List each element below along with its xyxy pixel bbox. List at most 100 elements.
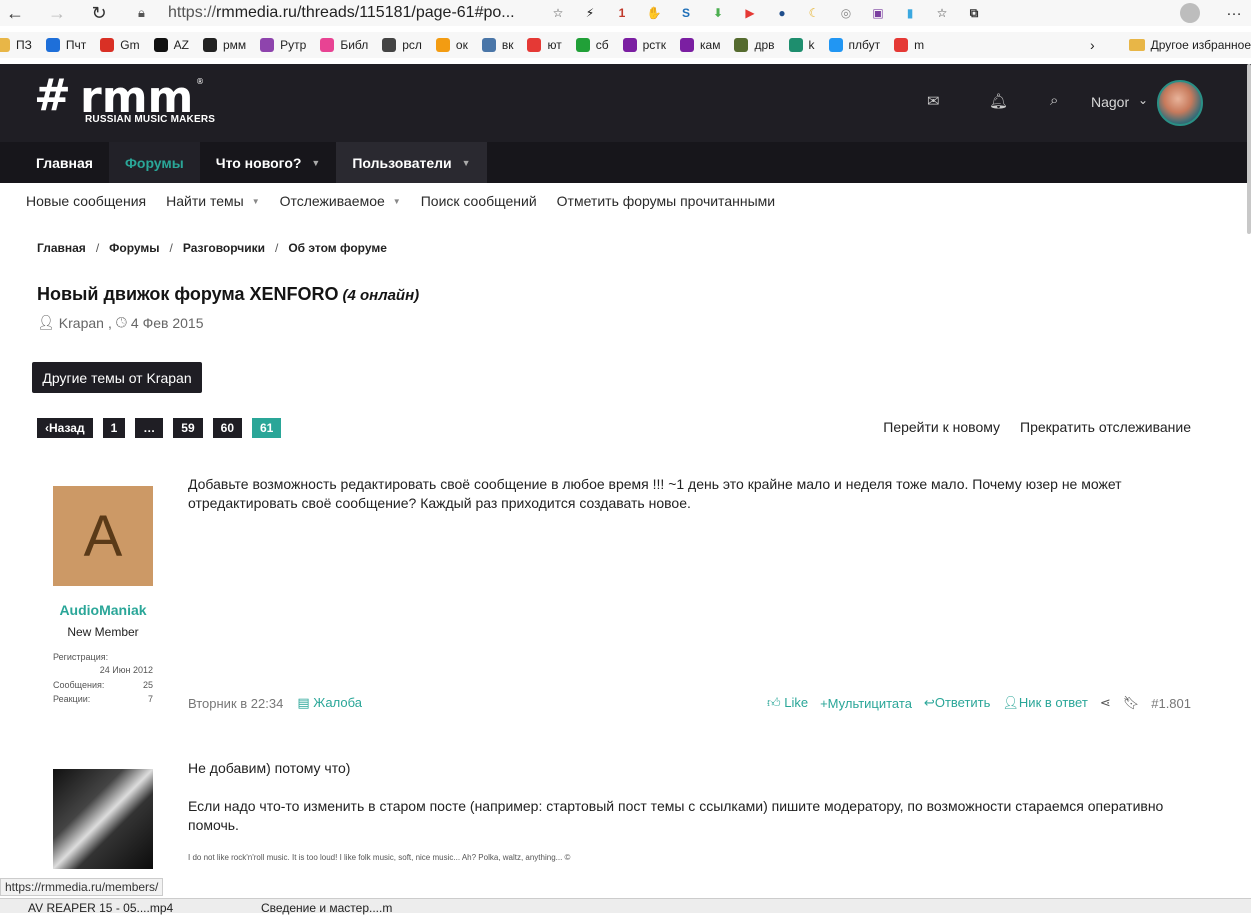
rmm-logo[interactable]: # rmm ® (32, 70, 210, 136)
chevron-down-icon[interactable]: ⌄ (1138, 93, 1148, 107)
bookmark-item[interactable]: ПЗ (0, 38, 32, 52)
globe-grey-icon[interactable]: ◎ (833, 2, 859, 24)
bolt-icon[interactable]: ⚡ (577, 2, 603, 24)
bookmark-item[interactable]: Пчт (45, 38, 86, 52)
unwatch-link[interactable]: Прекратить отслеживание (1020, 419, 1191, 435)
other-favorites-label: Другое избранное (1150, 38, 1251, 52)
moon-icon[interactable]: ☾ (801, 2, 827, 24)
bookmark-item[interactable]: дрв (734, 38, 775, 52)
post-number[interactable]: #1.801 (1151, 696, 1191, 711)
account-name[interactable]: Nagor (1091, 94, 1129, 110)
page-59-button[interactable]: 59 (173, 418, 203, 438)
breadcrumb-forums[interactable]: Форумы (109, 241, 159, 255)
tab-whats-new[interactable]: Что нового? ▼ (200, 142, 337, 183)
favorites-icon[interactable]: ☆ (929, 2, 955, 24)
multiquote-button[interactable]: +Мультицитата (820, 696, 912, 711)
bookmark-item[interactable]: рсл (382, 38, 422, 52)
bookmark-item[interactable]: кам (680, 38, 720, 52)
post-avatar-photo[interactable] (53, 769, 153, 869)
bookmark-item[interactable]: Библ (320, 38, 368, 52)
collections-icon[interactable]: ⧉ (961, 2, 987, 24)
caret-down-icon[interactable]: ▼ (393, 197, 401, 206)
subnav-mark-read[interactable]: Отметить форумы прочитанными (557, 193, 775, 209)
subnav-search-posts[interactable]: Поиск сообщений (421, 193, 537, 209)
bell-icon[interactable]: 🔔︎ (989, 92, 1008, 110)
scrollbar[interactable] (1247, 64, 1251, 234)
tab-forums[interactable]: Форумы (108, 142, 200, 183)
stat-value: 7 (147, 694, 153, 704)
page-61-button[interactable]: 61 (252, 418, 282, 438)
breadcrumb-chat[interactable]: Разговорчики (183, 241, 265, 255)
url-text: rmmedia.ru/threads/115181/page-61#po... (216, 4, 515, 21)
caret-down-icon[interactable]: ▼ (311, 158, 320, 168)
report-link[interactable]: ▤ Жалоба (297, 695, 362, 711)
account-avatar[interactable] (1157, 80, 1203, 126)
thread-date[interactable]: 4 Фев 2015 (131, 315, 204, 331)
caret-down-icon[interactable]: ▼ (252, 197, 260, 206)
other-favorites[interactable]: Другое избранное (1128, 32, 1251, 58)
reload-icon[interactable]: ↻ (84, 0, 114, 26)
post-time[interactable]: Вторник в 22:34 (188, 696, 283, 711)
bookmark-item[interactable]: AZ (153, 38, 189, 52)
tab-home[interactable]: Главная (20, 142, 109, 183)
reply-button[interactable]: ↩Ответить (924, 695, 990, 711)
more-icon[interactable]: … (1226, 0, 1242, 26)
thread-author[interactable]: Krapan (59, 315, 104, 331)
online-count: (4 онлайн) (342, 287, 420, 304)
nick-reply-button[interactable]: 👤︎Ник в ответ (1002, 695, 1087, 711)
page-60-button[interactable]: 60 (212, 418, 242, 438)
other-topics-button[interactable]: Другие темы от Krapan (32, 362, 202, 393)
bookmarks-overflow-icon[interactable]: › (1090, 32, 1095, 58)
bookmark-item[interactable]: рмм (202, 38, 247, 52)
bookmark-item[interactable]: Gm (100, 38, 140, 52)
address-bar[interactable]: 🔒︎ https://rmmedia.ru/threads/115181/pag… (138, 0, 515, 26)
bookmark-label: ют (547, 38, 562, 52)
breadcrumb-about[interactable]: Об этом форуме (288, 241, 387, 255)
adblock-icon[interactable]: ✋ (641, 2, 667, 24)
back-icon[interactable]: ← (0, 0, 30, 26)
subnav-find-threads[interactable]: Найти темы ▼ (166, 193, 260, 209)
bookmark-item[interactable]: Рутр (260, 38, 306, 52)
post-stat-reactions: Реакции: 7 (53, 694, 153, 704)
breadcrumb: Главная / Форумы / Разговорчики / Об этом ф… (37, 241, 387, 255)
page-ellipsis-button[interactable]: … (135, 418, 164, 438)
subnav-watched[interactable]: Отслеживаемое ▼ (280, 193, 401, 209)
bookmark-item[interactable]: k (788, 38, 815, 52)
post-username[interactable]: AudioManiak (53, 602, 153, 618)
go-to-new-link[interactable]: Перейти к новому (883, 419, 1000, 435)
forward-icon[interactable]: → (42, 0, 72, 26)
share-icon[interactable]: ⋖ (1100, 695, 1111, 711)
bookmark-item[interactable]: рстк (622, 38, 666, 52)
bookmark-icon[interactable]: 🔖︎ (1123, 695, 1140, 711)
search-icon[interactable]: ⌕ (1050, 92, 1058, 109)
extension-badge-icon[interactable]: 1 (609, 2, 635, 24)
bookmark-item[interactable]: ют (527, 38, 562, 52)
bookmark-item[interactable]: плбут (828, 38, 880, 52)
bookmark-item[interactable]: вк (481, 38, 513, 52)
page-1-button[interactable]: 1 (102, 418, 126, 438)
bookmark-item[interactable]: ок (435, 38, 468, 52)
bookmark-item[interactable]: сб (575, 38, 609, 52)
profile-icon[interactable] (1180, 3, 1200, 23)
tab-members[interactable]: Пользователи ▼ (336, 142, 487, 183)
reply-label: Ответить (934, 695, 991, 710)
youtube-ext-icon[interactable]: ▶ (737, 2, 763, 24)
subnav-new-posts[interactable]: Новые сообщения (26, 193, 146, 209)
envelope-icon[interactable]: ✉ (927, 92, 940, 110)
star-icon[interactable]: ☆ (545, 2, 571, 24)
prev-page-button[interactable]: ‹ Назад (37, 418, 93, 438)
caret-down-icon[interactable]: ▼ (462, 158, 471, 168)
thread-title: Новый движок форума XENFORO (37, 284, 339, 304)
download-icon[interactable]: ⬇ (705, 2, 731, 24)
palette-icon[interactable]: ▣ (865, 2, 891, 24)
breadcrumb-home[interactable]: Главная (37, 241, 86, 255)
s-extension-icon[interactable]: S (673, 2, 699, 24)
bookmark-label: рмм (222, 38, 247, 52)
globe-blue-icon[interactable]: ● (769, 2, 795, 24)
post-user-title: New Member (67, 625, 139, 639)
post-message-paragraph: Если надо что-то изменить в старом посте… (188, 798, 1164, 833)
post-avatar[interactable]: A (53, 486, 153, 586)
bookmark-item[interactable]: m (894, 38, 924, 52)
like-button[interactable]: 👍︎ Like (767, 695, 808, 711)
trash-icon[interactable]: ▮ (897, 2, 923, 24)
